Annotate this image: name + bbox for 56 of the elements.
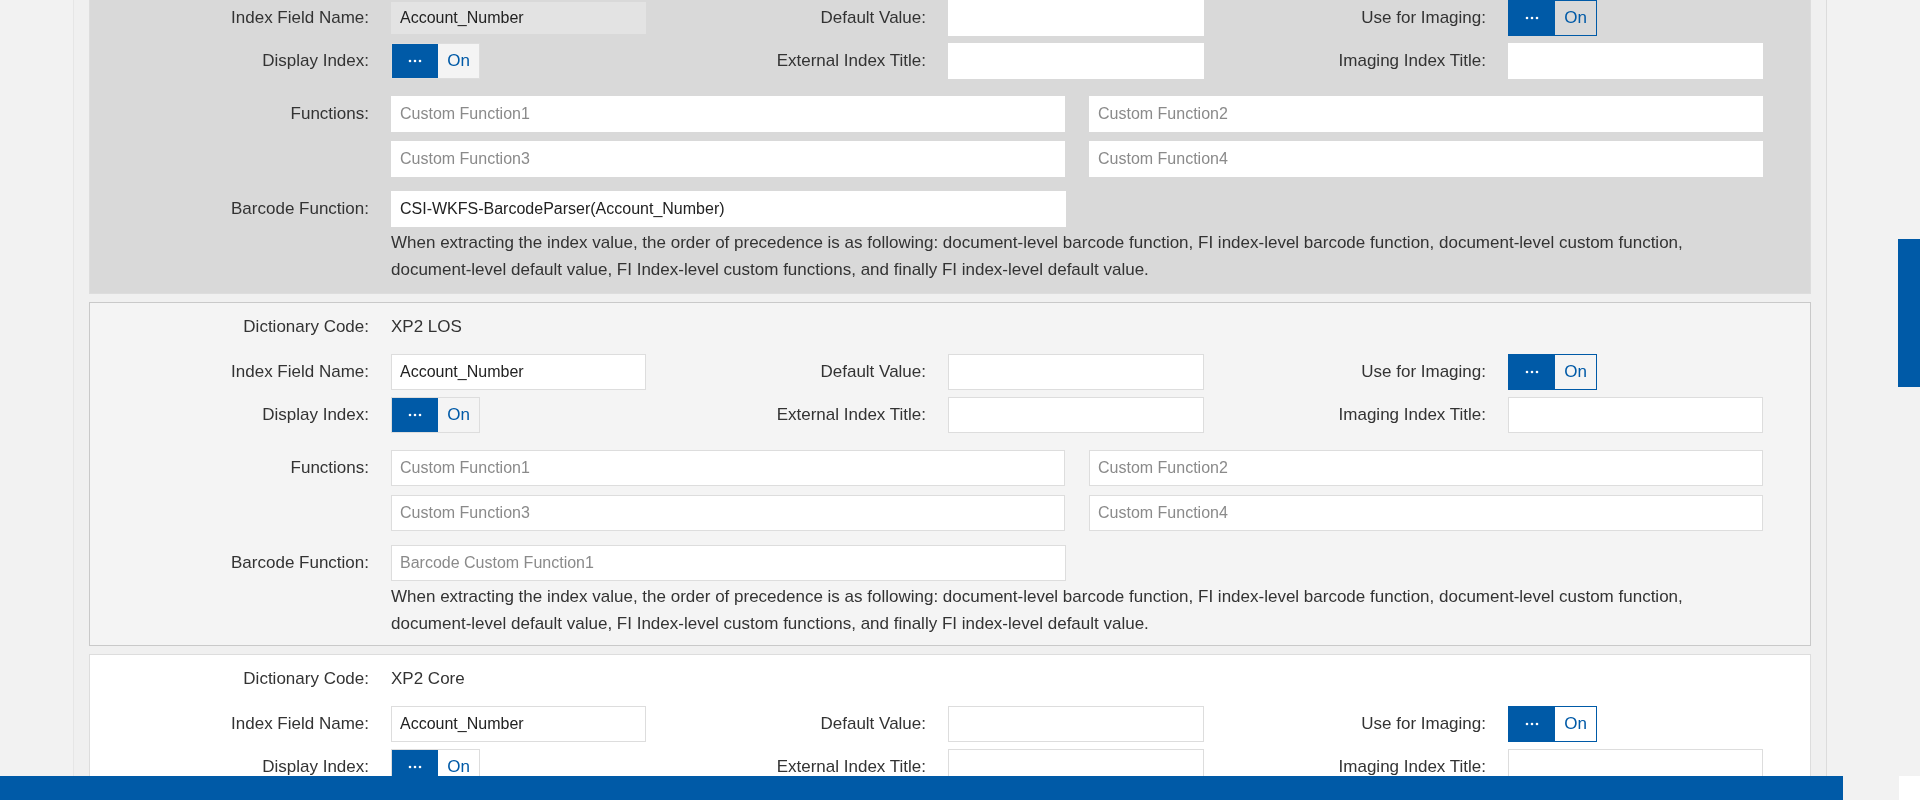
field-label: Use for Imaging: — [1360, 714, 1486, 734]
field-label: Use for Imaging: — [1360, 362, 1486, 382]
field-label: Dictionary Code: — [242, 317, 369, 337]
default-value-field[interactable] — [948, 706, 1204, 742]
field-label: Display Index: — [261, 757, 369, 776]
toggle-switch[interactable]: On — [1508, 0, 1597, 36]
barcode-function-field[interactable]: Barcode Custom Function1 — [391, 545, 1066, 581]
barcode-function-field[interactable]: CSI-WKFS-BarcodeParser(Account_Number) — [391, 191, 1066, 227]
toggle-switch[interactable]: On — [1508, 354, 1597, 390]
field-label: External Index Title: — [775, 51, 926, 71]
field-label: Index Field Name: — [230, 8, 369, 28]
field-label: External Index Title: — [775, 405, 926, 425]
external-title-field[interactable] — [948, 749, 1204, 776]
field-label: Display Index: — [261, 51, 369, 71]
field-label: Imaging Index Title: — [1337, 405, 1486, 425]
field-label: Barcode Function: — [230, 198, 369, 219]
dots-icon — [1525, 370, 1539, 374]
field-label: Imaging Index Title: — [1337, 757, 1486, 776]
field-label: External Index Title: — [775, 757, 926, 776]
field-label: Dictionary Code: — [242, 669, 369, 689]
index-field-name-field[interactable]: Account_Number — [391, 2, 646, 34]
external-title-field[interactable] — [948, 397, 1204, 433]
field-label: Barcode Function: — [230, 552, 369, 573]
toggle-switch[interactable]: On — [391, 749, 480, 776]
toggle-switch[interactable]: On — [1508, 706, 1597, 742]
imaging-title-field[interactable] — [1508, 749, 1763, 776]
precedence-note: When extracting the index value, the order of precedence is as following: document-level barcode function, FI index-level barcode function, document-level custom function, document-level default value, FI Index-level custom functions, and finally FI index-level default value. — [391, 232, 1684, 281]
dictionary-code-value: XP2 LOS — [391, 316, 463, 338]
field-label: Default Value: — [819, 714, 926, 734]
index-field-name-field[interactable]: Account_Number — [391, 706, 646, 742]
field-label: Index Field Name: — [230, 362, 369, 382]
precedence-note: When extracting the index value, the order of precedence is as following: document-level barcode function, FI index-level barcode function, document-level custom function, document-level default value, FI Index-level custom functions, and finally FI index-level default value. — [391, 586, 1684, 635]
function-field[interactable]: Custom Function4 — [1089, 495, 1763, 531]
field-label: Functions: — [289, 103, 369, 124]
function-field[interactable]: Custom Function1 — [391, 450, 1065, 486]
toggle-switch[interactable]: On — [391, 397, 480, 433]
side-tab[interactable] — [1898, 239, 1920, 387]
imaging-title-field[interactable] — [1508, 397, 1763, 433]
default-value-field[interactable] — [948, 354, 1204, 390]
index-field-name-field[interactable]: Account_Number — [391, 354, 646, 390]
dots-icon — [1525, 722, 1539, 726]
dots-icon — [408, 765, 422, 769]
dictionary-code-value: XP2 Core — [391, 668, 466, 690]
field-label: Display Index: — [261, 405, 369, 425]
field-label: Index Field Name: — [230, 714, 369, 734]
dots-icon — [408, 413, 422, 417]
field-label: Default Value: — [819, 362, 926, 382]
field-label: Default Value: — [819, 8, 926, 28]
function-field[interactable]: Custom Function3 — [391, 495, 1065, 531]
field-label: Functions: — [289, 457, 369, 478]
dots-icon — [408, 59, 422, 63]
function-field[interactable]: Custom Function2 — [1089, 450, 1763, 486]
field-label: Use for Imaging: — [1360, 8, 1486, 28]
dots-icon — [1525, 16, 1539, 20]
field-label: Imaging Index Title: — [1337, 51, 1486, 71]
toggle-switch[interactable]: On — [391, 43, 480, 79]
